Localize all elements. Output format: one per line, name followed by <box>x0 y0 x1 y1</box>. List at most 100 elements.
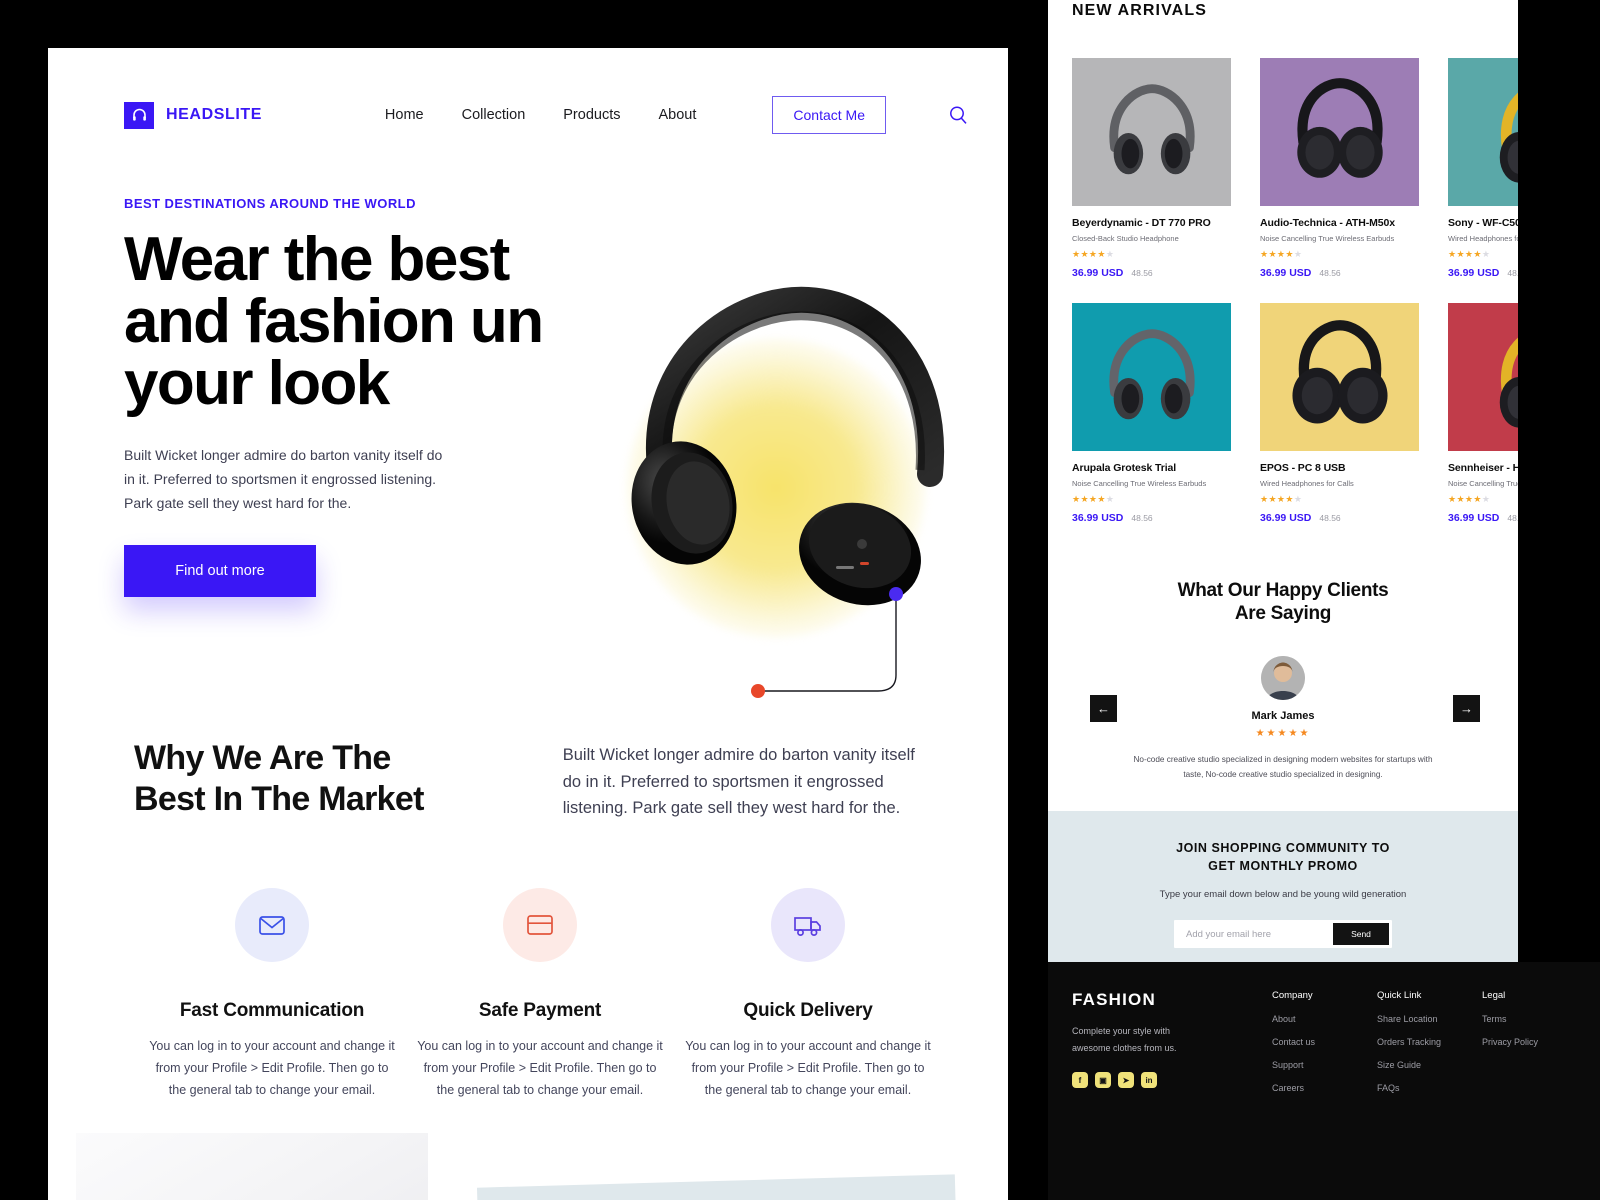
email-input[interactable] <box>1186 928 1333 940</box>
social-links: f ▣ ➤ in <box>1072 1072 1272 1089</box>
newsletter-heading: JOIN SHOPPING COMMUNITY TO GET MONTHLY P… <box>1048 839 1518 875</box>
product-image <box>1448 58 1518 206</box>
send-button[interactable]: Send <box>1333 923 1389 946</box>
product-card[interactable]: Sony - WF-C500 Wired Headphones for Call… <box>1448 58 1518 279</box>
footer-link[interactable]: Support <box>1272 1060 1377 1070</box>
nav-item-products[interactable]: Products <box>563 107 620 123</box>
feature-card-safe-payment: Safe Payment You can log in to your acco… <box>416 888 664 1102</box>
hero-title-line-1: Wear the best <box>124 225 510 294</box>
footer-link[interactable]: Orders Tracking <box>1377 1037 1482 1047</box>
nav-item-home[interactable]: Home <box>385 107 424 123</box>
nav-item-collection[interactable]: Collection <box>462 107 526 123</box>
feature-card-quick-delivery: Quick Delivery You can log in to your ac… <box>684 888 932 1102</box>
hero-title: Wear the best and fashion un your look <box>124 229 644 415</box>
product-desc: Noise Cancelling True Wireless Earbuds <box>1448 479 1518 488</box>
product-image <box>1072 58 1231 206</box>
product-price: 36.99 USD 48.56 <box>1260 512 1419 524</box>
twitter-icon[interactable]: ➤ <box>1118 1072 1134 1089</box>
product-image <box>1448 303 1518 451</box>
testimonial-section: What Our Happy Clients Are Saying Mark J… <box>1048 580 1518 782</box>
product-price: 36.99 USD 48.56 <box>1448 267 1518 279</box>
brand-logo[interactable]: HEADSLITE <box>124 101 262 129</box>
features-section: Fast Communication You can log in to you… <box>48 822 1008 1102</box>
contact-me-button[interactable]: Contact Me <box>772 96 886 134</box>
shop-page-panel: NEW ARRIVALS Beyerdynamic - DT 770 PRO C… <box>1048 0 1600 1200</box>
footer-tagline: Complete your style with awesome clothes… <box>1072 1026 1177 1053</box>
newsletter-subtext: Type your email down below and be young … <box>1159 889 1407 901</box>
product-price-current: 36.99 USD <box>1448 512 1500 524</box>
product-name: Sony - WF-C500 <box>1448 217 1518 229</box>
product-card[interactable]: Beyerdynamic - DT 770 PRO Closed-Back St… <box>1072 58 1231 279</box>
product-name: Audio-Technica - ATH-M50x <box>1260 217 1395 229</box>
product-desc: Noise Cancelling True Wireless Earbuds <box>1072 479 1207 488</box>
newsletter-heading-line-1: JOIN SHOPPING COMMUNITY TO <box>1176 841 1390 855</box>
facebook-icon[interactable]: f <box>1072 1072 1088 1089</box>
footer-link[interactable]: Privacy Policy <box>1482 1037 1587 1047</box>
footer-link[interactable]: FAQs <box>1377 1083 1482 1093</box>
hero-headphones-illustration <box>598 278 998 718</box>
product-name: Beyerdynamic - DT 770 PRO <box>1072 217 1211 229</box>
credit-card-icon <box>503 888 577 963</box>
testimonial-heading-line-2: Are Saying <box>1234 602 1332 624</box>
footer-brand-block: FASHION Complete your style with awesome… <box>1072 990 1272 1200</box>
product-price-current: 36.99 USD <box>1072 267 1124 279</box>
product-price: 36.99 USD 48.56 <box>1072 512 1231 524</box>
footer-column-company: Company About Contact us Support Careers <box>1272 990 1377 1200</box>
footer-link[interactable]: Terms <box>1482 1014 1587 1024</box>
product-price-current: 36.99 USD <box>1260 267 1312 279</box>
search-icon[interactable] <box>948 105 968 125</box>
footer-link[interactable]: Careers <box>1272 1083 1377 1093</box>
product-card[interactable]: Arupala Grotesk Trial Noise Cancelling T… <box>1072 303 1231 524</box>
product-rating: ★★★★★ <box>1072 249 1115 259</box>
headphone-logo-icon <box>124 101 154 129</box>
footer-link[interactable]: Size Guide <box>1377 1060 1482 1070</box>
product-name: Sennheiser - HD <box>1448 462 1518 474</box>
product-rating: ★★★★★ <box>1072 494 1115 504</box>
product-price-old: 48.56 <box>1507 268 1518 278</box>
testimonial-quote: No-code creative studio specialized in d… <box>1133 754 1433 779</box>
connector-dot-purple <box>889 587 903 601</box>
testimonial-next-button[interactable]: → <box>1453 695 1480 722</box>
footer-column-quick-link: Quick Link Share Location Orders Trackin… <box>1377 990 1482 1200</box>
product-image <box>1260 58 1419 206</box>
testimonial-prev-button[interactable]: ← <box>1090 695 1117 722</box>
nav-item-about[interactable]: About <box>659 107 697 123</box>
footer-link[interactable]: Contact us <box>1272 1037 1377 1047</box>
footer-link[interactable]: About <box>1272 1014 1377 1024</box>
footer-link[interactable]: Share Location <box>1377 1014 1482 1024</box>
product-card[interactable]: EPOS - PC 8 USB Wired Headphones for Cal… <box>1260 303 1419 524</box>
footer: FASHION Complete your style with awesome… <box>1048 962 1600 1200</box>
product-card[interactable]: Sennheiser - HD Noise Cancelling True Wi… <box>1448 303 1518 524</box>
product-price-old: 48.56 <box>1131 268 1153 278</box>
footer-column-legal: Legal Terms Privacy Policy <box>1482 990 1587 1200</box>
product-price-current: 36.99 USD <box>1072 512 1124 524</box>
testimonial-heading-line-1: What Our Happy Clients <box>1177 580 1389 601</box>
product-rating: ★★★★★ <box>1448 249 1491 259</box>
product-image <box>1260 303 1419 451</box>
feature-title: Safe Payment <box>478 1000 602 1022</box>
testimonial-rating: ★★★★★ <box>1255 727 1311 739</box>
hero-section: BEST DESTINATIONS AROUND THE WORLD Wear … <box>48 148 1008 698</box>
find-out-more-button[interactable]: Find out more <box>124 545 316 598</box>
product-image <box>1072 303 1231 451</box>
product-card[interactable]: Audio-Technica - ATH-M50x Noise Cancelli… <box>1260 58 1419 279</box>
truck-icon <box>771 888 845 963</box>
newsletter-section: JOIN SHOPPING COMMUNITY TO GET MONTHLY P… <box>1048 811 1518 962</box>
instagram-icon[interactable]: ▣ <box>1095 1072 1111 1089</box>
footer-logo: FASHION <box>1072 990 1156 1009</box>
hero-title-line-2: and fashion un <box>124 287 544 356</box>
linkedin-icon[interactable]: in <box>1141 1072 1157 1089</box>
newsletter-heading-line-2: GET MONTHLY PROMO <box>1208 859 1358 874</box>
footer-column-heading: Quick Link <box>1377 990 1422 1001</box>
hero-title-line-3: your look <box>124 349 390 418</box>
product-desc: Wired Headphones for Calls <box>1448 234 1518 243</box>
product-price-old: 48.56 <box>1131 513 1153 523</box>
footer-column-heading: Company <box>1272 990 1313 1001</box>
product-rating: ★★★★★ <box>1448 494 1491 504</box>
top-navigation: HEADSLITE Home Collection Products About… <box>48 48 1008 148</box>
product-price-old: 48.56 <box>1319 513 1341 523</box>
testimonial-heading: What Our Happy Clients Are Saying <box>1048 580 1518 626</box>
product-desc: Closed-Back Studio Headphone <box>1072 234 1179 243</box>
feature-card-fast-communication: Fast Communication You can log in to you… <box>148 888 396 1102</box>
product-price-current: 36.99 USD <box>1260 512 1312 524</box>
